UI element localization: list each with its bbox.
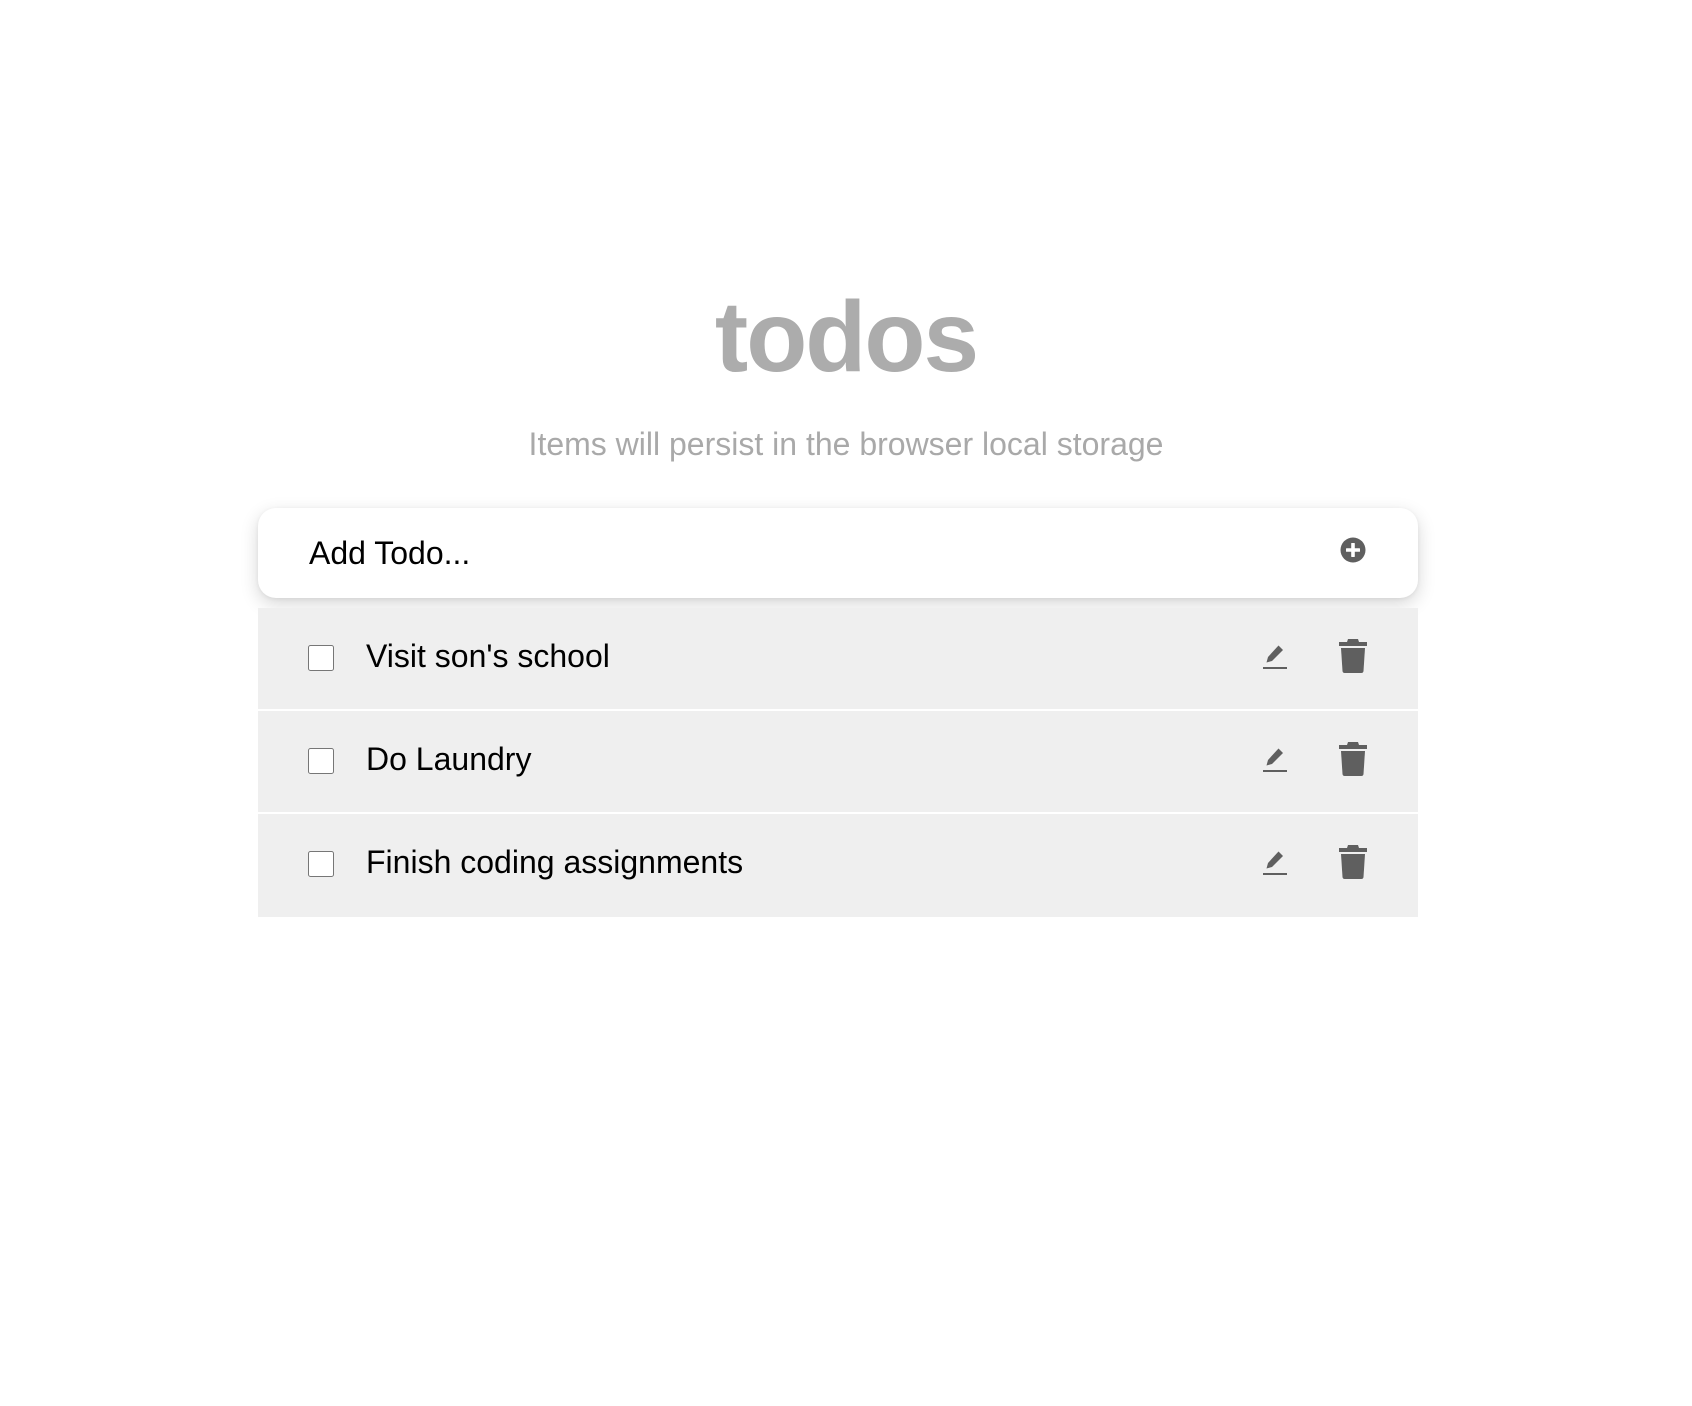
todo-checkbox[interactable] <box>308 645 334 671</box>
add-todo-box <box>258 508 1418 598</box>
todo-text: Do Laundry <box>366 741 532 777</box>
pencil-icon[interactable] <box>1260 847 1290 877</box>
todo-checkbox[interactable] <box>308 748 334 774</box>
todo-text: Visit son's school <box>366 638 610 674</box>
plus-circle-icon[interactable] <box>1340 537 1366 563</box>
todo-list: Visit son's school Do Laundry Finish cod… <box>258 608 1418 917</box>
todo-item: Finish coding assignments <box>258 814 1418 917</box>
page-title: todos <box>714 281 979 393</box>
trash-icon[interactable] <box>1338 741 1368 777</box>
todo-app: todos Items will persist in the browser … <box>0 0 1692 1406</box>
todo-text: Finish coding assignments <box>366 844 744 880</box>
pencil-icon[interactable] <box>1260 641 1290 671</box>
pencil-icon[interactable] <box>1260 744 1290 774</box>
page-subtitle: Items will persist in the browser local … <box>528 426 1164 462</box>
todo-item: Visit son's school <box>258 608 1418 711</box>
todo-checkbox[interactable] <box>308 851 334 877</box>
trash-icon[interactable] <box>1338 844 1368 880</box>
trash-icon[interactable] <box>1338 638 1368 674</box>
add-todo-input[interactable] <box>309 526 1289 580</box>
todo-item: Do Laundry <box>258 711 1418 814</box>
